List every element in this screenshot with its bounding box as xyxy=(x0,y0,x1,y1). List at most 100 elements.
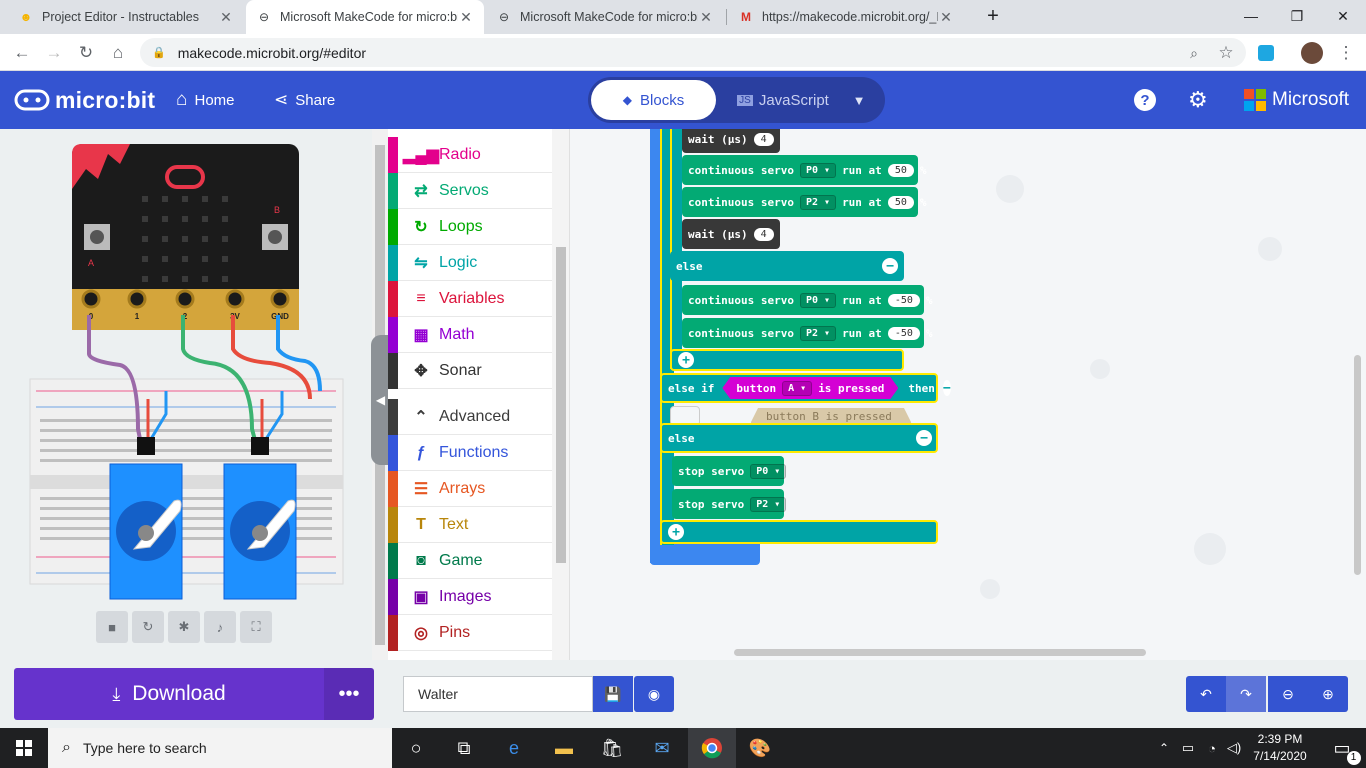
wifi-icon[interactable]: ◔ xyxy=(1202,728,1222,768)
pin-dropdown[interactable]: P2 ▾ xyxy=(799,194,837,210)
button-b[interactable] xyxy=(262,224,288,250)
toolbox-category-loops[interactable]: ↻ Loops xyxy=(388,208,552,245)
cortana-icon[interactable]: ○ xyxy=(392,728,440,768)
undo-icon[interactable]: ↶ xyxy=(1186,676,1226,712)
system-clock[interactable]: 2:39 PM 7/14/2020 xyxy=(1248,731,1312,765)
else-clause[interactable]: else − xyxy=(660,423,938,453)
mute-icon[interactable]: ♪ xyxy=(204,611,236,643)
github-icon[interactable]: ◉ xyxy=(634,676,674,712)
minimize-icon[interactable]: — xyxy=(1228,0,1274,32)
battery-icon[interactable]: ▭ xyxy=(1178,728,1198,768)
toolbox-category-images[interactable]: ▣ Images xyxy=(388,578,552,615)
microbit-simulator[interactable]: A B 0 1 2 3V GND xyxy=(0,129,372,609)
workspace-horizontal-scrollbar[interactable] xyxy=(734,649,1146,656)
paint-icon[interactable]: 🎨 xyxy=(736,728,784,768)
close-tab-icon[interactable]: ✕ xyxy=(218,9,234,26)
download-button[interactable]: ⤓ Download xyxy=(14,668,324,720)
taskbar-search[interactable]: ⌕ Type here to search xyxy=(48,728,392,768)
pin-dropdown[interactable]: P0 ▾ xyxy=(750,463,787,479)
chrome-icon[interactable] xyxy=(688,728,736,768)
windows-start-icon[interactable] xyxy=(0,728,48,768)
add-clause-icon[interactable]: + xyxy=(668,524,684,540)
toolbox-category-pins[interactable]: ◎ Pins xyxy=(388,614,552,651)
continuous-servo-block[interactable]: continuous servo P2 ▾ run at -50% xyxy=(682,318,933,348)
speed-value[interactable]: -50 xyxy=(887,293,920,307)
restore-icon[interactable]: ❐ xyxy=(1274,0,1320,32)
close-tab-icon[interactable]: ✕ xyxy=(938,9,954,26)
chrome-menu-icon[interactable]: ⋮ xyxy=(1332,39,1360,67)
toolbox-category-variables[interactable]: ≡ Variables xyxy=(388,280,552,317)
more-options-button[interactable]: ••• xyxy=(324,668,374,720)
action-center-icon[interactable]: ▭ 1 xyxy=(1318,728,1366,768)
wait-value[interactable]: 4 xyxy=(753,132,774,146)
bookmark-star-icon[interactable]: ☆ xyxy=(1212,39,1240,67)
address-bar[interactable]: 🔒 makecode.microbit.org/#editor xyxy=(140,38,1246,67)
wait-block[interactable]: wait (µs) 4 xyxy=(682,129,780,153)
home-button[interactable]: ⌂ Home xyxy=(176,71,235,129)
toolbox-category-logic[interactable]: ⇋ Logic xyxy=(388,244,552,281)
mail-icon[interactable]: ✉ xyxy=(638,728,686,768)
remove-else-icon[interactable]: − xyxy=(882,258,898,274)
remove-else-if-icon[interactable]: − xyxy=(942,380,951,396)
toolbox-category-game[interactable]: ◙ Game xyxy=(388,542,552,579)
settings-gear-icon[interactable]: ⚙ xyxy=(1188,71,1208,129)
else-clause[interactable]: else − xyxy=(670,251,904,281)
reload-icon[interactable]: ↻ xyxy=(72,39,100,67)
close-tab-icon[interactable]: ✕ xyxy=(698,9,714,26)
button-a[interactable] xyxy=(84,224,110,250)
scrollbar-thumb[interactable] xyxy=(556,247,566,563)
toolbox-category-text[interactable]: T Text xyxy=(388,506,552,543)
task-view-icon[interactable]: ⧉ xyxy=(440,728,488,768)
chevron-down-icon[interactable]: ▼ xyxy=(846,87,872,113)
zoom-out-icon[interactable]: ⊖ xyxy=(1268,676,1308,712)
toolbox-category-advanced[interactable]: ⌃ Advanced xyxy=(388,398,552,435)
forward-icon[interactable]: → xyxy=(40,39,68,67)
show-hidden-icons[interactable]: ⌃ xyxy=(1154,728,1174,768)
fullscreen-icon[interactable]: ⛶ xyxy=(240,611,272,643)
remove-else-icon[interactable]: − xyxy=(916,430,932,446)
else-if-clause[interactable]: else if button A ▾ is pressed then − xyxy=(660,373,951,403)
continuous-servo-block[interactable]: continuous servo P2 ▾ run at 50% xyxy=(682,187,926,217)
toolbox-category-servos[interactable]: ⇄ Servos xyxy=(388,172,552,209)
stop-servo-block[interactable]: stop servo P2 ▾ xyxy=(672,489,787,519)
close-window-icon[interactable]: ✕ xyxy=(1320,0,1366,32)
pin-dropdown[interactable]: P0 ▾ xyxy=(799,162,837,178)
button-dropdown[interactable]: A ▾ xyxy=(782,381,812,396)
wait-value[interactable]: 4 xyxy=(753,227,774,241)
close-tab-icon[interactable]: ✕ xyxy=(458,9,474,26)
add-clause-icon[interactable]: + xyxy=(678,352,694,368)
zoom-icon[interactable]: ⌕ xyxy=(1180,39,1208,67)
profile-avatar[interactable] xyxy=(1298,39,1326,67)
button-pressed-block[interactable]: button A ▾ is pressed xyxy=(722,377,898,399)
javascript-tab[interactable]: JS JavaScript xyxy=(728,80,838,120)
toolbox-category-math[interactable]: ▦ Math xyxy=(388,316,552,353)
help-icon[interactable]: ? xyxy=(1134,71,1156,129)
pin-dropdown[interactable]: P2 ▾ xyxy=(799,325,837,341)
browser-tab[interactable]: M https://makecode.microbit.org/_I ✕ xyxy=(728,0,964,34)
speed-value[interactable]: 50 xyxy=(887,163,914,177)
pin-dropdown[interactable]: P2 ▾ xyxy=(750,496,787,512)
microsoft-logo[interactable]: Microsoft xyxy=(1244,71,1349,129)
toolbox-category-functions[interactable]: ƒ Functions xyxy=(388,434,552,471)
toolbox-category-arrays[interactable]: ☰ Arrays xyxy=(388,470,552,507)
pin-dropdown[interactable]: P0 ▾ xyxy=(799,292,837,308)
restart-icon[interactable]: ↻ xyxy=(132,611,164,643)
debug-icon[interactable]: ✱ xyxy=(168,611,200,643)
volume-icon[interactable]: ◁) xyxy=(1224,728,1244,768)
new-tab-icon[interactable]: + xyxy=(970,0,1016,32)
file-explorer-icon[interactable]: ▬ xyxy=(540,728,588,768)
redo-icon[interactable]: ↷ xyxy=(1226,676,1266,712)
zoom-in-icon[interactable]: ⊕ xyxy=(1308,676,1348,712)
home-icon[interactable]: ⌂ xyxy=(104,39,132,67)
extension-icon[interactable] xyxy=(1252,39,1280,67)
save-icon[interactable]: 💾 xyxy=(593,676,633,712)
blocks-workspace[interactable]: wait (µs) 4 continuous servo P0 ▾ run at 50%… xyxy=(570,129,1366,660)
toolbox-category-sonar[interactable]: ✥ Sonar xyxy=(388,352,552,389)
workspace-vertical-scrollbar[interactable] xyxy=(1354,355,1361,575)
microbit-logo[interactable]: micro:bit xyxy=(14,71,155,129)
share-button[interactable]: ⋖ Share xyxy=(274,71,335,129)
speed-value[interactable]: -50 xyxy=(887,326,920,340)
browser-tab[interactable]: ☻ Project Editor - Instructables ✕ xyxy=(8,0,244,34)
browser-tab[interactable]: ⊖ Microsoft MakeCode for micro:bi ✕ xyxy=(486,0,724,34)
speed-value[interactable]: 50 xyxy=(887,195,914,209)
